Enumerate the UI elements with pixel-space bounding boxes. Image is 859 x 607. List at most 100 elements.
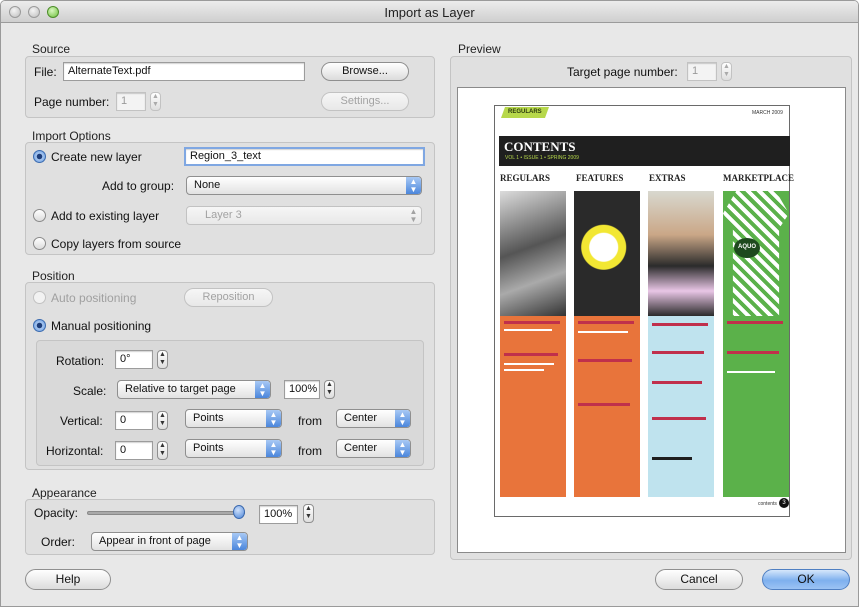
cancel-button[interactable]: Cancel (655, 569, 743, 590)
doc-footer-label: contents (758, 501, 777, 507)
opacity-slider-knob[interactable] (233, 505, 245, 519)
doc-header-right: MARCH 2009 (752, 110, 783, 116)
doc-tab-text: REGULARS (508, 109, 542, 115)
vertical-from-label: from (298, 414, 322, 428)
horizontal-from-label: from (298, 444, 322, 458)
page-number-stepper-icon[interactable]: ▲ ▼ (150, 92, 161, 111)
doc-page-number: 3 (779, 498, 789, 508)
doc-photo-flower (574, 191, 640, 316)
vertical-unit-value: Points (193, 412, 224, 424)
rotation-label: Rotation: (56, 354, 105, 368)
doc-text-line (578, 403, 630, 406)
opacity-slider-track[interactable] (87, 511, 245, 515)
horizontal-unit-value: Points (193, 442, 224, 454)
scale-stepper-icon[interactable]: ▲ ▼ (324, 380, 335, 399)
horizontal-label: Horizontal: (46, 444, 104, 458)
popup-arrows-icon: ▲ ▼ (266, 440, 281, 457)
horizontal-from-popup[interactable]: Center ▲ ▼ (336, 439, 411, 458)
doc-badge-text: AQUO (738, 244, 756, 250)
appearance-heading: Appearance (32, 486, 97, 500)
doc-text-line (504, 353, 558, 356)
scale-field[interactable]: 100% (284, 380, 320, 399)
copy-layers-radio[interactable] (33, 237, 46, 250)
file-field[interactable]: AlternateText.pdf (63, 62, 305, 81)
doc-column-regulars (500, 191, 566, 497)
new-layer-name-field[interactable]: Region_3_text (184, 147, 425, 166)
order-popup[interactable]: Appear in front of page ▲ ▼ (91, 532, 248, 551)
doc-column-title-2: FEATURES (576, 173, 624, 183)
doc-text-line (504, 321, 560, 324)
popup-arrows-icon: ▲ ▼ (266, 410, 281, 427)
doc-text-line (652, 457, 692, 460)
scale-mode-popup[interactable]: Relative to target page ▲ ▼ (117, 380, 271, 399)
existing-layer-value: Layer 3 (205, 209, 242, 221)
doc-text-line (652, 381, 702, 384)
horizontal-field[interactable]: 0 (115, 441, 153, 460)
doc-column-marketplace: AQUO (723, 191, 789, 497)
target-page-label: Target page number: (567, 65, 678, 79)
auto-positioning-label: Auto positioning (51, 291, 137, 305)
settings-button[interactable]: Settings... (321, 92, 409, 111)
doc-column-title-1: REGULARS (500, 173, 551, 183)
vertical-label: Vertical: (60, 414, 103, 428)
add-to-group-value: None (194, 179, 221, 191)
import-options-heading: Import Options (32, 129, 111, 143)
doc-text-line (652, 417, 706, 420)
scale-label: Scale: (73, 384, 107, 398)
doc-column-features (574, 191, 640, 497)
opacity-stepper-icon[interactable]: ▲ ▼ (303, 504, 314, 523)
doc-text-line (652, 323, 708, 326)
popup-arrows-icon: ▲ ▼ (395, 410, 410, 427)
doc-photo-man (648, 191, 714, 316)
popup-arrows-icon: ▲ ▼ (232, 533, 247, 550)
doc-text-line (578, 359, 632, 362)
vertical-unit-popup[interactable]: Points ▲ ▼ (185, 409, 282, 428)
target-page-stepper-icon[interactable]: ▲ ▼ (721, 62, 732, 81)
doc-text-line (578, 321, 634, 324)
page-number-label: Page number: (34, 95, 110, 109)
help-button[interactable]: Help (25, 569, 111, 590)
page-number-field[interactable]: 1 (116, 92, 146, 111)
file-label: File: (34, 65, 57, 79)
horizontal-unit-popup[interactable]: Points ▲ ▼ (185, 439, 282, 458)
vertical-field[interactable]: 0 (115, 411, 153, 430)
browse-button[interactable]: Browse... (321, 62, 409, 81)
doc-subtitle: VOL 1 • ISSUE 1 • SPRING 2009 (505, 155, 579, 161)
rotation-field[interactable]: 0° (115, 350, 153, 369)
vertical-stepper-icon[interactable]: ▲ ▼ (157, 411, 168, 430)
popup-arrows-icon: ▲ ▼ (409, 207, 418, 224)
scale-mode-value: Relative to target page (125, 383, 236, 395)
doc-text-line (727, 351, 779, 354)
doc-text-line (727, 371, 775, 373)
preview-heading: Preview (458, 42, 501, 56)
horizontal-from-value: Center (344, 442, 378, 454)
opacity-field[interactable]: 100% (259, 505, 298, 524)
vertical-from-popup[interactable]: Center ▲ ▼ (336, 409, 411, 428)
popup-arrows-icon: ▲ ▼ (255, 381, 270, 398)
add-to-group-popup[interactable]: None ▲ ▼ (186, 176, 422, 195)
target-page-field[interactable]: 1 (687, 62, 717, 81)
title-bar[interactable]: Import as Layer (1, 1, 858, 23)
ok-button[interactable]: OK (762, 569, 850, 590)
rotation-stepper-icon[interactable]: ▲ ▼ (157, 350, 168, 369)
doc-column-extras (648, 191, 714, 497)
doc-text-line (504, 369, 544, 371)
existing-layer-popup[interactable]: Layer 3 ▲ ▼ (186, 206, 422, 225)
doc-text-line (504, 329, 552, 331)
import-as-layer-dialog: Import as Layer Source File: AlternateTe… (0, 0, 859, 607)
doc-title: CONTENTS (504, 139, 576, 154)
order-label: Order: (41, 535, 76, 549)
popup-arrows-icon: ▲ ▼ (395, 440, 410, 457)
vertical-from-value: Center (344, 412, 378, 424)
manual-positioning-label: Manual positioning (51, 319, 152, 333)
manual-positioning-radio[interactable] (33, 319, 46, 332)
reposition-button[interactable]: Reposition (184, 288, 273, 307)
horizontal-stepper-icon[interactable]: ▲ ▼ (157, 441, 168, 460)
create-new-layer-radio[interactable] (33, 150, 46, 163)
popup-arrows-icon: ▲ ▼ (406, 177, 421, 194)
add-to-existing-radio[interactable] (33, 209, 46, 222)
window-title: Import as Layer (384, 5, 475, 20)
doc-column-title-4: MARKETPLACE (723, 173, 795, 183)
auto-positioning-radio[interactable] (33, 291, 46, 304)
copy-layers-label: Copy layers from source (51, 237, 182, 251)
